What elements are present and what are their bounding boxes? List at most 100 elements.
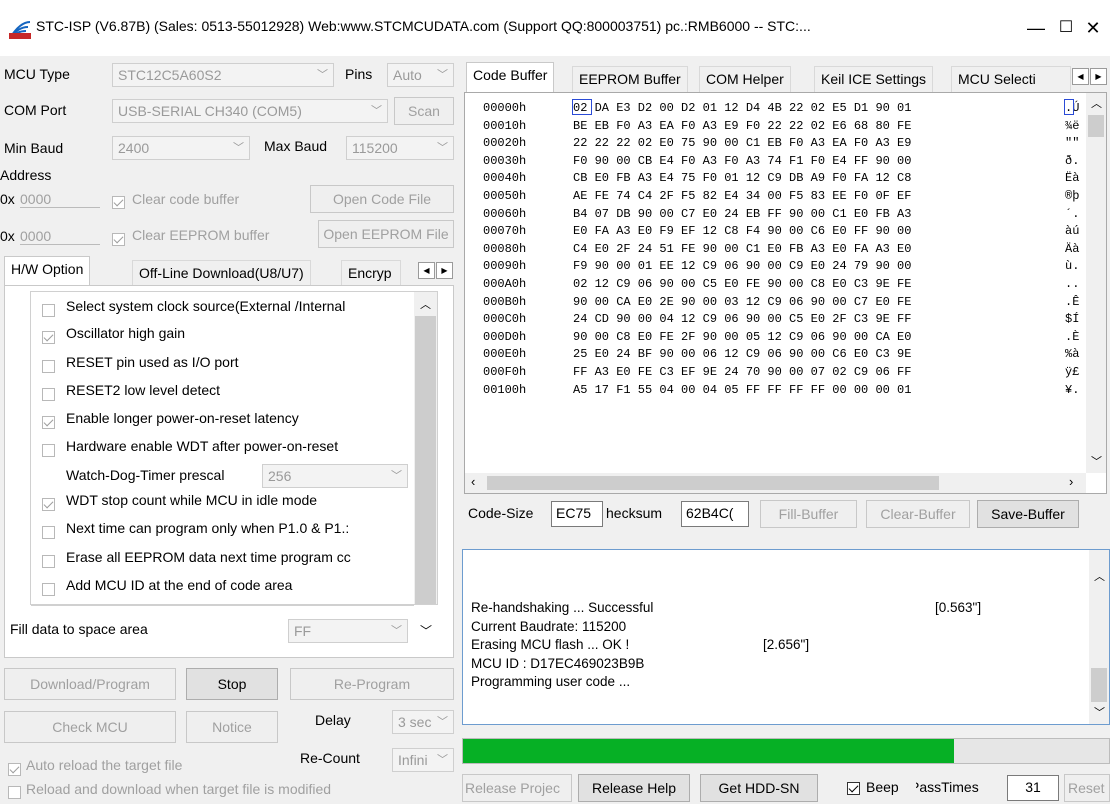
hex-editor[interactable]: 00000h 02 DA E3 D2 00 D2 01 12 D4 4B 22 0…: [464, 92, 1107, 494]
beep-checkbox[interactable]: [847, 780, 860, 796]
option-checkbox[interactable]: [42, 496, 55, 512]
option-checkbox[interactable]: [42, 358, 55, 374]
max-baud-select[interactable]: 115200 ﹀: [346, 136, 454, 160]
passtimes-label: PassTimes: [916, 779, 979, 795]
hex-bytes: A5 17 F1 55 04 00 04 05 FF FF FF FF 00 0…: [573, 382, 912, 397]
com-port-select[interactable]: USB-SERIAL CH340 (COM5) ﹀: [112, 99, 388, 123]
mcu-type-label: MCU Type: [4, 66, 70, 82]
hex-ascii: àú: [1065, 224, 1080, 239]
chevron-down-icon: ﹀: [437, 754, 448, 766]
option-checkbox[interactable]: [42, 553, 55, 569]
recount-select[interactable]: Infini ﹀: [392, 748, 454, 772]
chevron-down-icon: ﹀: [391, 470, 402, 482]
scan-button[interactable]: Scan: [394, 97, 454, 125]
reset-button[interactable]: Reset: [1064, 774, 1110, 802]
auto-reload-checkbox[interactable]: [8, 761, 21, 777]
hex-hscrollbar[interactable]: ‹ ›: [465, 473, 1086, 493]
minimize-button[interactable]: —: [1019, 14, 1053, 42]
scroll-up-icon[interactable]: ︿: [420, 296, 431, 312]
log-time: [0.563"]: [935, 600, 982, 615]
hex-address: 00100h: [483, 382, 527, 397]
hex-ascii: ¾ë: [1065, 118, 1080, 133]
clear-buffer-button[interactable]: Clear-Buffer: [866, 500, 970, 528]
get-hdd-sn-button[interactable]: Get HDD-SN: [700, 774, 818, 802]
option-checkbox[interactable]: [42, 524, 55, 540]
app-icon: [8, 18, 32, 40]
scroll-left-icon[interactable]: ‹: [471, 474, 475, 489]
tab-scroll-left-icon[interactable]: ◀: [1072, 68, 1089, 85]
option-label: Oscillator high gain: [66, 325, 186, 341]
chevron-down-icon: ﹀: [317, 69, 328, 81]
mcu-type-select[interactable]: STC12C5A60S2 ﹀: [112, 63, 334, 87]
min-baud-select[interactable]: 2400 ﹀: [112, 136, 250, 160]
scroll-up-icon[interactable]: ︿: [1091, 95, 1102, 111]
fill-buffer-button[interactable]: Fill-Buffer: [760, 500, 857, 528]
fill-data-select[interactable]: FF ﹀: [288, 619, 408, 643]
option-checkbox[interactable]: [42, 302, 55, 318]
option-checkbox[interactable]: [42, 581, 55, 597]
check-mcu-button[interactable]: Check MCU: [4, 711, 176, 743]
tab-com-helper[interactable]: COM Helper: [699, 66, 791, 92]
tab-eeprom-buffer[interactable]: EEPROM Buffer: [572, 66, 688, 92]
option-checkbox[interactable]: [42, 329, 55, 345]
hex-address: 00090h: [483, 259, 527, 274]
tab-scroll-right-icon[interactable]: ▶: [436, 262, 453, 279]
hex-ascii: ..: [1065, 277, 1080, 291]
open-code-file-button[interactable]: Open Code File: [310, 185, 454, 213]
hex-address: 000F0h: [483, 365, 527, 379]
notice-button[interactable]: Notice: [186, 711, 278, 743]
log-line: Current Baudrate: 115200: [471, 618, 627, 634]
clear-eeprom-checkbox[interactable]: [112, 231, 125, 247]
hex-address: 00070h: [483, 224, 527, 239]
close-button[interactable]: ✕: [1076, 14, 1110, 42]
scroll-up-icon[interactable]: ︿: [1094, 568, 1105, 584]
wdt-prescal-select[interactable]: 256 ﹀: [262, 464, 408, 488]
tab-offline-download[interactable]: Off-Line Download(U8/U7): [132, 260, 311, 286]
release-project-button[interactable]: Release Projec: [462, 774, 572, 802]
tab-encryption[interactable]: Encryp: [341, 260, 401, 286]
log-line: Programming user code ...: [471, 674, 631, 689]
code-address-input[interactable]: 0000: [20, 191, 100, 208]
option-checkbox[interactable]: [42, 386, 55, 402]
tab-code-buffer[interactable]: Code Buffer: [466, 62, 555, 92]
wdt-prescal-label: Watch-Dog-Timer prescal: [66, 467, 225, 483]
hex-ascii: ¥.: [1065, 382, 1080, 397]
tab-scroll-left-icon[interactable]: ◀: [418, 262, 435, 279]
code-size-label: Code-Size: [468, 505, 534, 521]
stop-button[interactable]: Stop: [186, 668, 278, 700]
reload-download-checkbox[interactable]: [8, 784, 21, 800]
log-scrollbar[interactable]: ︿ ﹀: [1089, 550, 1109, 724]
scroll-right-icon[interactable]: ›: [1069, 474, 1073, 489]
save-buffer-button[interactable]: Save-Buffer: [977, 500, 1079, 528]
hex-bytes: B4 07 DB 90 00 C7 E0 24 EB FF 90 00 C1 E…: [573, 206, 912, 221]
hex-bytes: 02 DA E3 D2 00 D2 01 12 D4 4B 22 02 E5 D…: [573, 101, 912, 115]
scroll-down-icon[interactable]: ﹀: [1091, 453, 1102, 469]
eeprom-address-input[interactable]: 0000: [20, 228, 100, 245]
scroll-down-icon[interactable]: ﹀: [420, 622, 432, 639]
pins-select[interactable]: Auto ﹀: [387, 63, 454, 87]
clear-code-checkbox[interactable]: [112, 194, 125, 210]
options-scrollbar[interactable]: ︿: [414, 292, 437, 604]
delay-select[interactable]: 3 sec ﹀: [392, 710, 454, 734]
hex-address: 000E0h: [483, 347, 527, 362]
scroll-down-icon[interactable]: ﹀: [1094, 704, 1105, 720]
progress-fill: [463, 739, 954, 763]
option-checkbox[interactable]: [42, 414, 55, 430]
hex-ascii: Äà: [1065, 241, 1080, 256]
hex-address: 000B0h: [483, 294, 527, 309]
open-eeprom-file-button[interactable]: Open EEPROM File: [318, 220, 454, 248]
tab-hw-option[interactable]: H/W Option: [4, 256, 91, 286]
hex-address: 00080h: [483, 241, 527, 256]
beep-label: Beep: [866, 779, 899, 795]
release-help-button[interactable]: Release Help: [578, 774, 690, 802]
tab-keil-ice-settings[interactable]: Keil ICE Settings: [814, 66, 934, 92]
tab-scroll-right-icon[interactable]: ▶: [1090, 68, 1107, 85]
re-program-button[interactable]: Re-Program: [290, 668, 454, 700]
download-program-button[interactable]: Download/Program: [4, 668, 176, 700]
log-line: Erasing MCU flash ... OK !: [471, 637, 630, 652]
hex-vscrollbar[interactable]: ︿ ﹀: [1086, 93, 1106, 473]
hex-bytes: 02 12 C9 06 90 00 C5 E0 FE 90 00 C8 E0 C…: [573, 277, 912, 291]
status-log[interactable]: Re-handshaking ... Successful [0.563"] Cur…: [462, 549, 1110, 725]
option-checkbox[interactable]: [42, 442, 55, 458]
tab-mcu-selection[interactable]: MCU Selecti: [951, 66, 1071, 92]
